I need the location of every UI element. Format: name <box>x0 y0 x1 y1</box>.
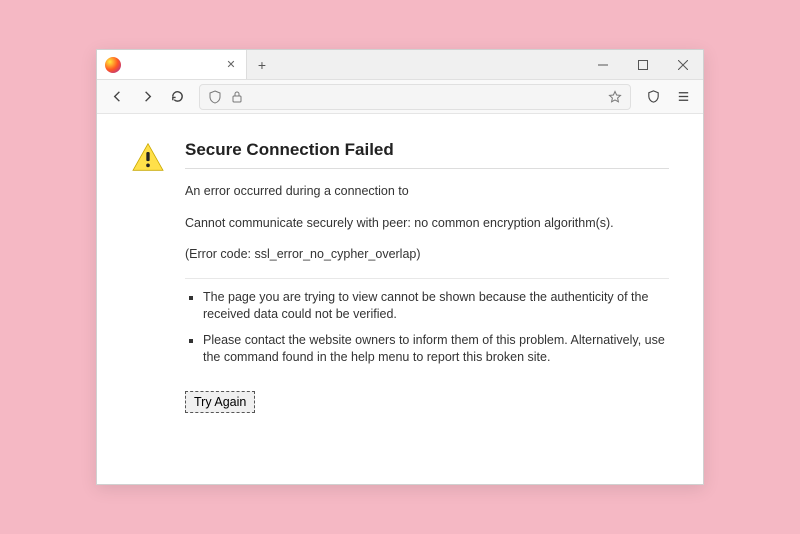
new-tab-button[interactable]: + <box>247 50 277 79</box>
try-again-button[interactable]: Try Again <box>185 391 255 413</box>
firefox-favicon <box>105 57 121 73</box>
error-code: (Error code: ssl_error_no_cypher_overlap… <box>185 246 669 264</box>
lock-icon <box>230 90 244 104</box>
protections-shield-icon[interactable] <box>639 83 667 111</box>
browser-window: ✕ + <box>96 49 704 485</box>
error-bullets: The page you are trying to view cannot b… <box>185 289 669 367</box>
divider <box>185 278 669 279</box>
bullet-item: The page you are trying to view cannot b… <box>203 289 669 324</box>
minimize-button[interactable] <box>583 50 623 79</box>
error-body: Secure Connection Failed An error occurr… <box>185 140 669 464</box>
browser-tab[interactable]: ✕ <box>97 50 247 79</box>
menu-button[interactable] <box>669 83 697 111</box>
forward-button[interactable] <box>133 83 161 111</box>
bullet-item: Please contact the website owners to inf… <box>203 332 669 367</box>
divider <box>185 168 669 169</box>
titlebar-spacer <box>277 50 583 79</box>
reload-button[interactable] <box>163 83 191 111</box>
address-bar[interactable] <box>199 84 631 110</box>
warning-triangle-icon <box>131 142 165 172</box>
close-window-button[interactable] <box>663 50 703 79</box>
error-line-2: Cannot communicate securely with peer: n… <box>185 215 669 233</box>
navbar <box>97 80 703 114</box>
back-button[interactable] <box>103 83 131 111</box>
shield-icon <box>208 90 222 104</box>
close-tab-icon[interactable]: ✕ <box>224 58 238 72</box>
bookmark-star-icon[interactable] <box>608 90 622 104</box>
error-page-content: Secure Connection Failed An error occurr… <box>97 114 703 484</box>
error-line-1: An error occurred during a connection to <box>185 183 669 201</box>
titlebar: ✕ + <box>97 50 703 80</box>
error-heading: Secure Connection Failed <box>185 140 669 160</box>
warning-column <box>131 140 167 464</box>
maximize-button[interactable] <box>623 50 663 79</box>
